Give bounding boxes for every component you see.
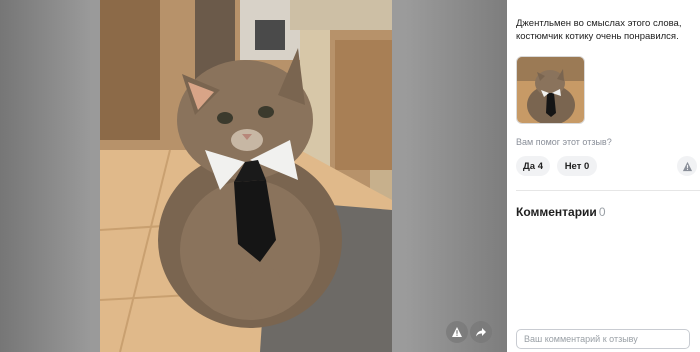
comments-heading: Комментарии 0 — [516, 205, 606, 219]
report-photo-button[interactable] — [446, 321, 468, 343]
thumbnail-image — [517, 57, 584, 123]
review-photo-thumbnail[interactable] — [516, 56, 585, 124]
cat-in-tie-illustration — [100, 0, 392, 352]
comments-title: Комментарии — [516, 205, 597, 219]
photo-viewer — [0, 0, 507, 352]
helpful-no-button[interactable]: Нет 0 — [557, 156, 597, 176]
warning-icon — [452, 327, 462, 337]
share-icon — [476, 328, 486, 337]
share-photo-button[interactable] — [470, 321, 492, 343]
helpful-yes-button[interactable]: Да 4 — [516, 156, 550, 176]
comment-input[interactable] — [516, 329, 690, 349]
helpful-question: Вам помог этот отзыв? — [516, 137, 612, 147]
review-text: Джентльмен во смыслах этого слова, костю… — [516, 18, 682, 42]
comments-count: 0 — [598, 205, 606, 219]
report-review-button[interactable] — [677, 156, 697, 176]
warning-icon — [682, 161, 692, 171]
review-photo — [100, 0, 392, 352]
review-side-panel: Джентльмен во смыслах этого слова, костю… — [507, 0, 700, 352]
section-divider — [516, 190, 700, 191]
